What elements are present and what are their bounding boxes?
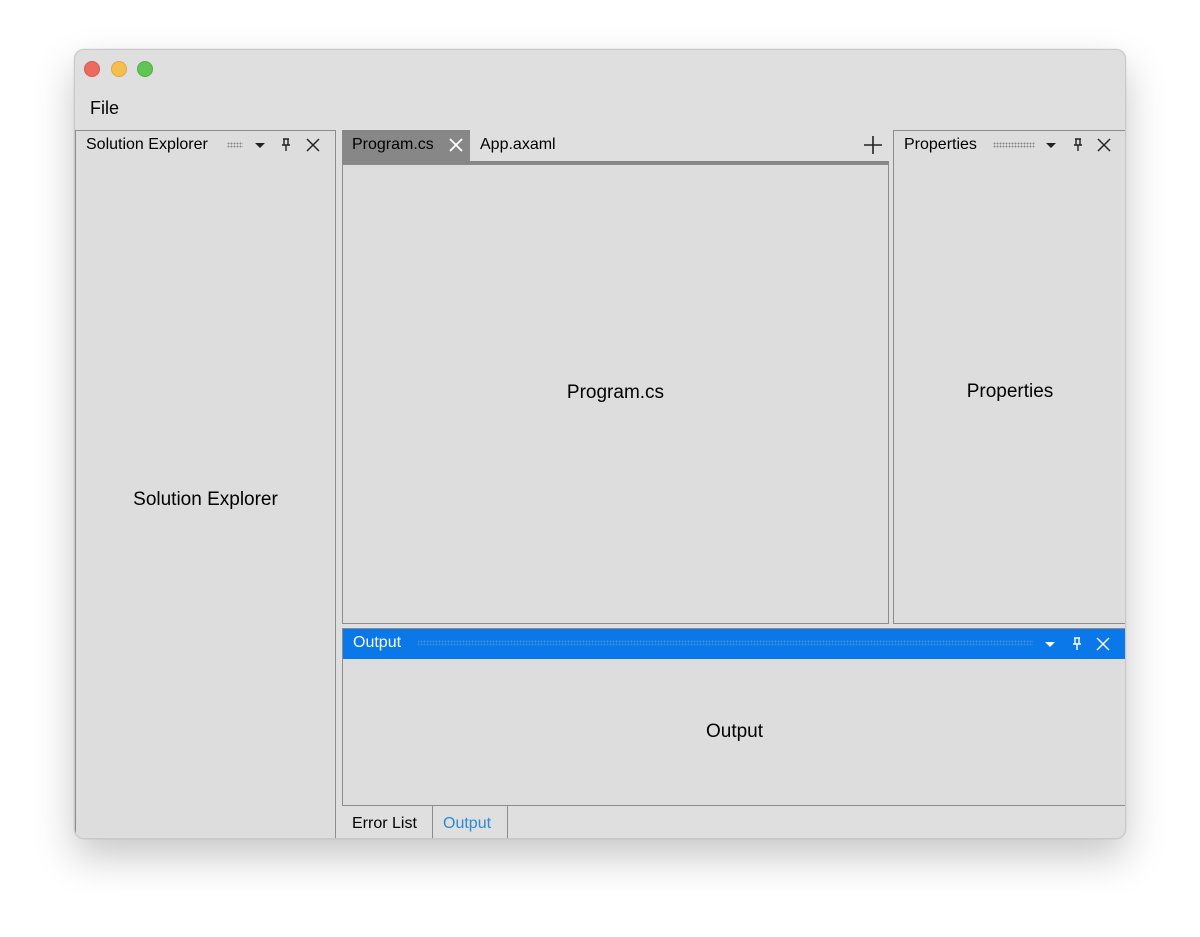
minimize-window-icon[interactable]	[111, 61, 127, 77]
menu-bar: File	[75, 94, 1125, 124]
solution-explorer-body: Solution Explorer	[133, 489, 278, 510]
solution-explorer-title: Solution Explorer	[86, 136, 208, 153]
pin-icon[interactable]	[1069, 636, 1085, 652]
chevron-down-icon[interactable]	[1042, 636, 1058, 652]
output-body: Output	[705, 721, 764, 742]
solution-explorer-panel: Solution Explorer Solution Explorer	[75, 130, 336, 838]
tab-label: App.axaml	[480, 136, 556, 153]
pin-icon[interactable]	[1070, 137, 1086, 153]
drag-grip[interactable]	[227, 142, 243, 148]
chevron-down-icon[interactable]	[1043, 137, 1059, 153]
pin-icon[interactable]	[278, 137, 294, 153]
output-header[interactable]: Output	[343, 629, 1125, 659]
tab-error-list[interactable]: Error List	[342, 806, 432, 838]
properties-title: Properties	[904, 136, 977, 153]
maximize-window-icon[interactable]	[137, 61, 153, 77]
chevron-down-icon[interactable]	[252, 137, 268, 153]
close-window-icon[interactable]	[84, 61, 100, 77]
document-body: Program.cs	[566, 382, 665, 403]
close-icon[interactable]	[305, 137, 321, 153]
solution-explorer-header[interactable]: Solution Explorer	[76, 131, 335, 159]
properties-panel: Properties Properties	[893, 130, 1125, 624]
plus-icon[interactable]	[863, 135, 883, 155]
document-panel: Program.cs	[342, 164, 889, 624]
app-window: File Solution Explorer Solution Explorer…	[74, 49, 1126, 839]
close-icon[interactable]	[448, 137, 464, 153]
tab-output[interactable]: Output	[432, 806, 508, 838]
output-title: Output	[353, 634, 402, 651]
drag-grip[interactable]	[417, 640, 1033, 646]
menu-file[interactable]: File	[90, 98, 119, 119]
tab-label: Program.cs	[352, 136, 434, 153]
document-tab-strip: Program.cs App.axaml	[342, 130, 889, 164]
properties-header[interactable]: Properties	[894, 131, 1125, 159]
properties-body: Properties	[966, 381, 1054, 402]
close-icon[interactable]	[1096, 137, 1112, 153]
drag-grip[interactable]	[993, 142, 1035, 148]
close-icon[interactable]	[1095, 636, 1111, 652]
tab-app-axaml[interactable]: App.axaml	[480, 130, 556, 161]
tab-program-cs[interactable]: Program.cs	[342, 130, 470, 161]
output-panel: Output Output	[342, 628, 1125, 806]
